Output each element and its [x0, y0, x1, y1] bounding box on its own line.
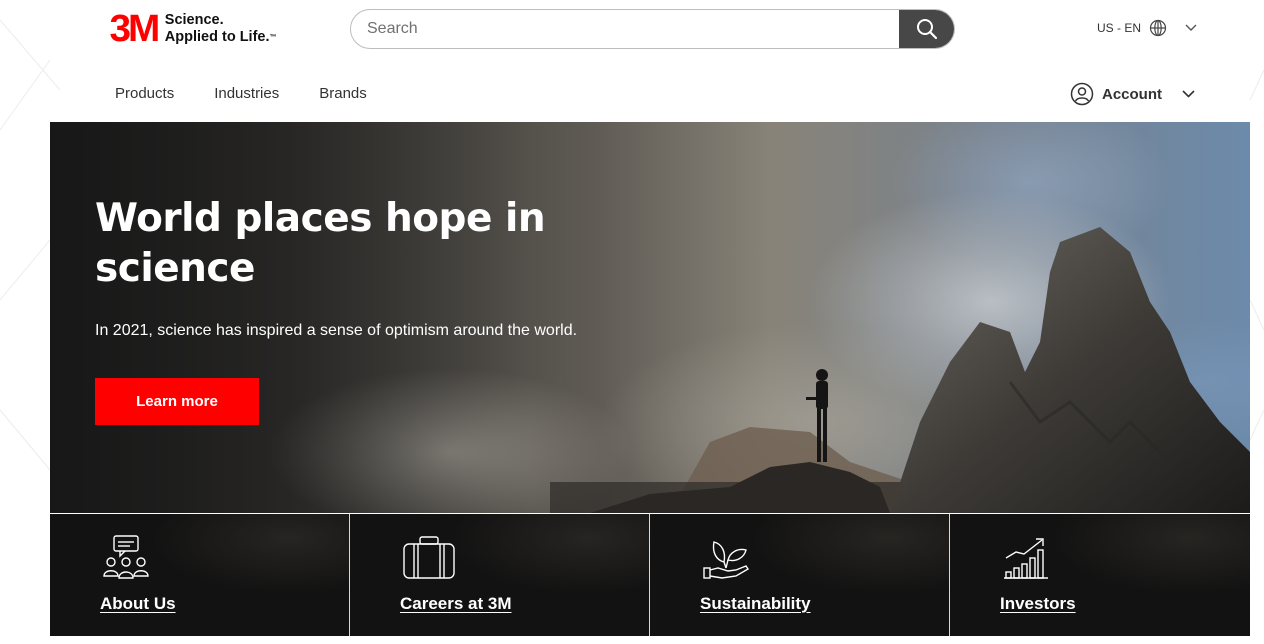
nav-item-brands[interactable]: Brands	[319, 85, 367, 102]
trademark-symbol: ™	[269, 34, 277, 41]
globe-icon	[1149, 19, 1167, 37]
user-circle-icon	[1070, 82, 1094, 106]
tile-label-sustainability[interactable]: Sustainability	[700, 594, 811, 614]
chevron-down-icon	[1182, 90, 1195, 98]
nav-item-industries[interactable]: Industries	[214, 85, 279, 102]
hero-title: World places hope in science	[95, 196, 546, 291]
logo-tagline: Science. Applied to Life.™	[165, 12, 277, 46]
nav-item-products[interactable]: Products	[115, 85, 174, 102]
hero-subtitle: In 2021, science has inspired a sense of…	[95, 322, 578, 339]
hero-image	[50, 122, 1250, 513]
tile-investors[interactable]: Investors	[950, 514, 1250, 636]
account-menu[interactable]: Account	[1070, 82, 1195, 106]
tagline-line-1: Science.	[164, 12, 224, 28]
tagline-line-2: Applied to Life.™	[165, 29, 277, 46]
search-button[interactable]	[899, 10, 954, 48]
tagline-line-2-text: Applied to Life.	[164, 29, 270, 45]
learn-more-button[interactable]: Learn more	[95, 378, 259, 425]
search-bar	[350, 9, 955, 49]
tile-label-investors[interactable]: Investors	[1000, 594, 1076, 614]
growth-chart-icon	[1004, 538, 1048, 579]
briefcase-icon	[403, 536, 455, 579]
tile-sustainability[interactable]: Sustainability	[650, 514, 950, 636]
hero-banner: World places hope in science In 2021, sc…	[50, 122, 1250, 513]
brand-logo[interactable]: 3M Science. Applied to Life.™	[109, 8, 277, 50]
chevron-down-icon	[1185, 24, 1197, 31]
search-input[interactable]	[351, 10, 899, 48]
search-icon	[916, 19, 937, 40]
main-nav: Products Industries Brands	[115, 85, 407, 102]
quick-links: About Us Careers at 3M Sustainability In…	[50, 514, 1250, 644]
tile-label-careers[interactable]: Careers at 3M	[400, 594, 512, 614]
locale-label: US - EN	[1097, 21, 1142, 35]
plant-hand-icon	[703, 541, 749, 579]
account-label: Account	[1102, 85, 1162, 103]
tile-label-about-us[interactable]: About Us	[100, 594, 176, 614]
people-chat-icon	[103, 535, 149, 579]
tile-careers[interactable]: Careers at 3M	[350, 514, 650, 636]
tile-about-us[interactable]: About Us	[50, 514, 350, 636]
locale-selector[interactable]: US - EN	[1097, 19, 1197, 37]
logo-mark: 3M	[109, 8, 161, 50]
